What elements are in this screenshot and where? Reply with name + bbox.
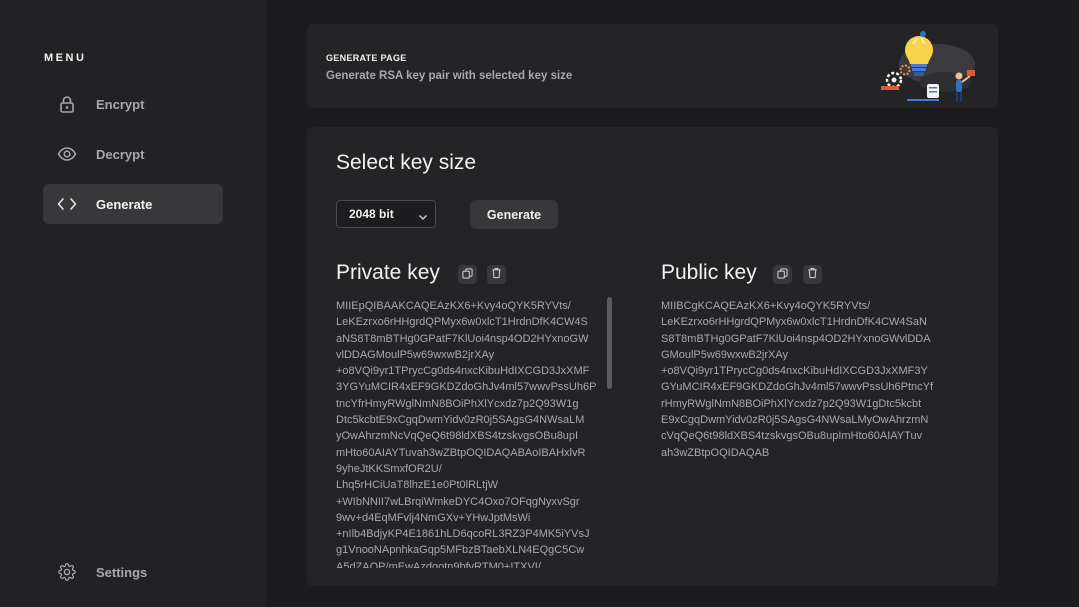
trash-icon <box>807 266 818 284</box>
key-line: GMoulP5w69wxwB2jrXAy <box>661 348 788 361</box>
key-line: +nIlb4BdjyKP4E1861hLD6qcoRL3RZ3P4MK5iYVs… <box>336 528 590 541</box>
menu-title: MENU <box>44 52 87 64</box>
key-line: Dtc5kcbtE9xCgqDwmYidv0zR0j5SAgsG4NWsaLM <box>336 414 585 427</box>
sidebar-item-label: Decrypt <box>96 146 145 162</box>
private-key-copy-button[interactable] <box>458 265 477 284</box>
key-line: yOwAhrzmNcVqQeQ6t98ldXBS4tzskvgsOBu8upI <box>336 430 579 443</box>
gear-icon <box>57 562 77 582</box>
key-line: LeKEzrxo6rHHgrdQPMyx6w0xlcT1HrdnDfK4CW4S… <box>661 316 927 329</box>
key-size-value: 2048 bit <box>349 207 394 221</box>
key-line: 3YGYuMCIR4xEF9GKDZdoGhJv4ml57wwvPssUh6P <box>336 381 597 394</box>
public-key-copy-button[interactable] <box>773 265 792 284</box>
code-icon <box>57 194 77 214</box>
lock-icon <box>57 94 77 114</box>
sidebar-item-settings[interactable]: Settings <box>43 552 223 592</box>
sidebar: MENU Encrypt Decrypt Generate Settings <box>0 0 267 607</box>
key-line: A5dZAQP/mEwAzdqotn9bfvRTM0+ITXVI/ <box>336 560 541 568</box>
key-line: +o8VQi9yr1TPrycCg0ds4nxcKibuHdIXCGD3JxXM… <box>336 365 590 378</box>
key-line: LeKEzrxo6rHHgrdQPMyx6w0xlcT1HrdnDfK4CW4S <box>336 316 588 329</box>
sidebar-item-decrypt[interactable]: Decrypt <box>43 134 223 174</box>
page-subtitle: Generate RSA key pair with selected key … <box>326 70 573 82</box>
lightbulb-illustration <box>881 31 975 102</box>
sidebar-item-generate[interactable]: Generate <box>43 184 223 224</box>
private-key-delete-button[interactable] <box>487 265 506 284</box>
key-line: mHto60AIAYTuvah3wZBtpOQIDAQABAoIBAHxlvR <box>336 446 586 459</box>
key-line: Lhq5rHCiUaT8lhzE1e0Pt0lRLtjW <box>336 479 499 492</box>
key-line: ah3wZBtpOQIDAQAB <box>661 446 770 459</box>
generate-panel: Select key size 2048 bit Generate Privat… <box>307 127 998 586</box>
public-key-delete-button[interactable] <box>803 265 822 284</box>
section-title: Select key size <box>336 151 477 174</box>
key-line: aNS8T8mBTHg0GPatF7KlUoi4nsp4OD2HYxnoGW <box>336 332 589 345</box>
key-line: cVqQeQ6t98ldXBS4tzskvgsOBu8upImHto60AIAY… <box>661 430 923 443</box>
public-key-text[interactable]: MIIBCgKCAQEAzKX6+Kvy4oQYK5RYVts/LeKEzrxo… <box>661 298 961 498</box>
key-line: rHmyRWglNmN8BOiPhXlYcxdz7p2Q93W1gDtc5kcb… <box>661 397 922 410</box>
key-line: GYuMCIR4xEF9GKDZdoGhJv4ml57wwvPssUh6Ptnc… <box>661 381 934 394</box>
key-line: +WIbNNII7wLBrqiWmkeDYC4Oxo7OFqgNyxvSgr <box>336 495 580 508</box>
private-key-title: Private key <box>336 261 440 284</box>
sidebar-item-label: Encrypt <box>96 96 145 112</box>
key-line: E9xCgqDwmYidv0zR0j5SAgsG4NWsaLMyOwAhrzmN <box>661 414 929 427</box>
sidebar-item-label: Generate <box>96 196 153 212</box>
key-line: S8T8mBTHg0GPatF7KlUoi4nsp4OD2HYxnoGWvlDD… <box>661 332 931 345</box>
key-line: MIIBCgKCAQEAzKX6+Kvy4oQYK5RYVts/ <box>661 300 871 312</box>
generate-button[interactable]: Generate <box>470 200 558 229</box>
copy-icon <box>462 266 473 284</box>
page-header: GENERATE PAGE Generate RSA key pair with… <box>307 24 998 108</box>
trash-icon <box>491 266 502 284</box>
key-size-select[interactable]: 2048 bit <box>336 200 436 228</box>
key-line: 9wv+d4EqMFvlj4NmGXv+YHwJptMsWi <box>336 511 531 524</box>
private-key-scrollbar[interactable] <box>607 297 612 389</box>
sidebar-item-encrypt[interactable]: Encrypt <box>43 84 223 124</box>
key-line: tncYfrHmyRWglNmN8BOiPhXlYcxdz7p2Q93W1g <box>336 397 579 410</box>
key-line: +o8VQi9yr1TPrycCg0ds4nxcKibuHdIXCGD3JxXM… <box>661 365 928 378</box>
page-title: GENERATE PAGE <box>326 53 407 63</box>
key-line: 9yheJtKKSmxfOR2U/ <box>336 462 442 475</box>
key-line: vlDDAGMoulP5w69wxwB2jrXAy <box>336 348 495 361</box>
eye-icon <box>57 144 77 164</box>
private-key-text[interactable]: MIIEpQIBAAKCAQEAzKX6+Kvy4oQYK5RYVts/LeKE… <box>336 298 604 568</box>
copy-icon <box>777 266 788 284</box>
chevron-down-icon <box>418 209 428 227</box>
key-line: g1VnooNApnhkaGqp5MFbzBTaebXLN4EQgC5Cw <box>336 544 585 557</box>
sidebar-item-label: Settings <box>96 564 148 580</box>
key-line: MIIEpQIBAAKCAQEAzKX6+Kvy4oQYK5RYVts/ <box>336 300 571 312</box>
public-key-title: Public key <box>661 261 757 284</box>
